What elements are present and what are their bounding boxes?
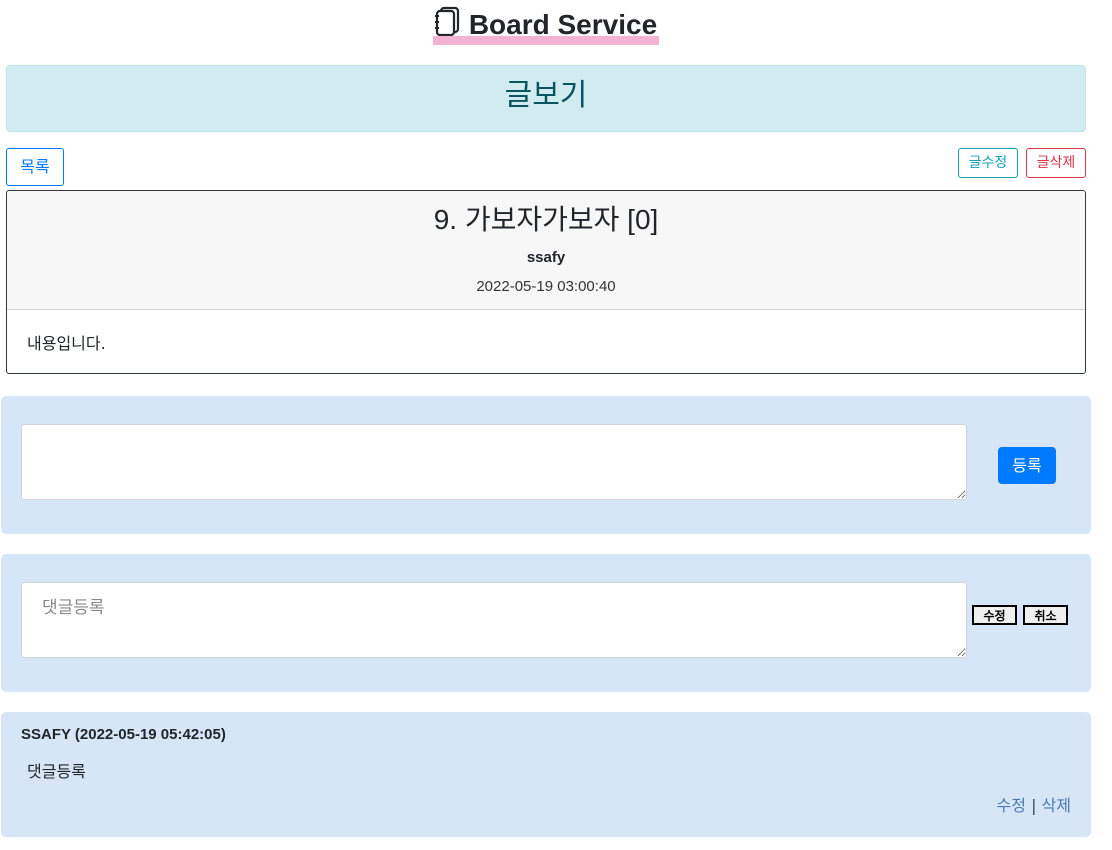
comment-submit-button[interactable]: 등록 xyxy=(998,447,1056,484)
comment-edit-save-button[interactable]: 수정 xyxy=(972,605,1017,625)
comment-delete-link[interactable]: 삭제 xyxy=(1042,796,1071,815)
comment-edit-input[interactable] xyxy=(21,582,967,658)
comment-edit-link[interactable]: 수정 xyxy=(997,796,1026,815)
edit-article-button[interactable]: 글수정 xyxy=(958,148,1018,178)
delete-article-button[interactable]: 글삭제 xyxy=(1026,148,1086,178)
article-card: 9. 가보자가보자 [0] ssafy 2022-05-19 03:00:40 … xyxy=(6,190,1086,374)
article-title-text: 9. 가보자가보자 xyxy=(433,204,620,235)
comment-action-separator: | xyxy=(1031,796,1037,815)
article-title: 9. 가보자가보자 [0] xyxy=(7,191,1085,237)
comment-item: SSAFY (2022-05-19 05:42:05) 댓글등록 수정 | 삭제 xyxy=(1,712,1091,837)
notebook-icon xyxy=(434,6,461,43)
comment-actions: 수정 | 삭제 xyxy=(997,792,1071,816)
page-title: 글보기 xyxy=(6,65,1086,132)
comment-text: 댓글등록 xyxy=(27,762,86,781)
article-content: 내용입니다. xyxy=(27,334,106,353)
site-title: Board Service xyxy=(468,8,658,40)
article-header: 9. 가보자가보자 [0] ssafy 2022-05-19 03:00:40 xyxy=(7,191,1085,310)
article-date: 2022-05-19 03:00:40 xyxy=(476,278,616,295)
comment-count: [0] xyxy=(627,204,659,235)
comment-input[interactable] xyxy=(21,424,967,500)
comment-form-panel: 등록 xyxy=(1,396,1091,534)
article-writer: ssafy xyxy=(526,249,566,266)
comment-edit-cancel-button[interactable]: 취소 xyxy=(1023,605,1068,625)
comment-edit-panel: 수정 취소 xyxy=(1,554,1091,692)
comment-header: SSAFY (2022-05-19 05:42:05) xyxy=(21,726,226,743)
site-brand: Board Service xyxy=(0,6,1092,45)
list-button[interactable]: 목록 xyxy=(6,148,64,186)
